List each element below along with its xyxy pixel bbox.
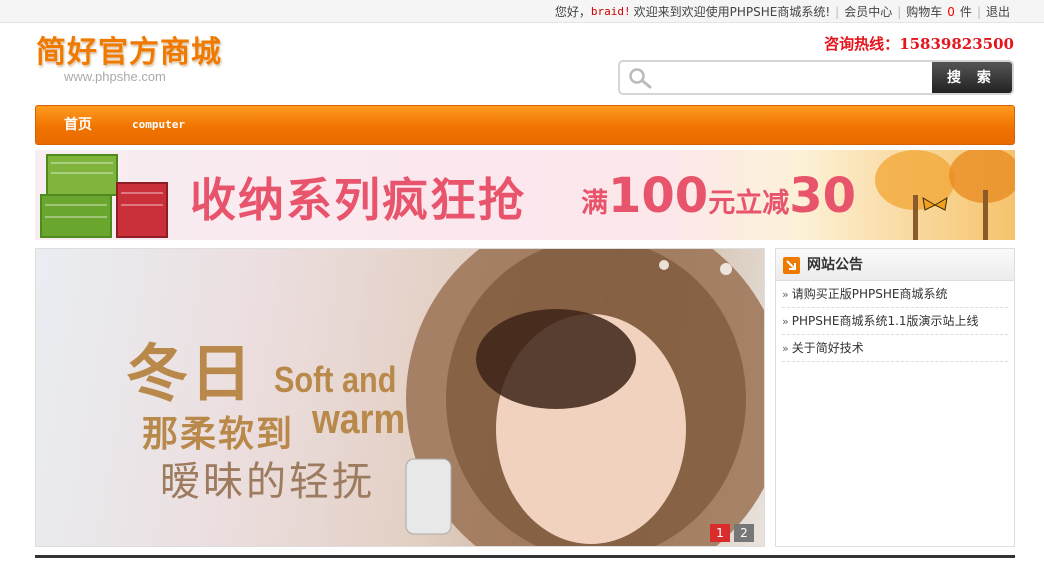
bullet-icon: » [782,342,789,355]
site-logo[interactable]: 简好官方商城 www.phpshe.com [36,36,256,92]
cart-link[interactable]: 购物车 [906,3,942,20]
hotline: 咨询热线：15839823500 [824,33,1014,54]
promo-discount: 30 [789,168,856,224]
hotline-number: 15839823500 [899,35,1014,53]
arrow-down-right-icon [783,257,800,274]
cart-count: 0 [947,4,955,19]
top-bar: 您好， braid! 欢迎来到欢迎使用PHPSHE商城系统! | 会员中心 | … [0,0,1044,23]
slide-page-1-button[interactable]: 1 [710,524,730,542]
slide-text-warm: warm [312,395,406,442]
bullet-icon: » [782,315,789,328]
nav-item-computer[interactable]: computer [132,106,185,144]
slide-text-caress: 暧昧的轻抚 [160,459,375,505]
nav-item-home[interactable]: 首页 [64,106,92,144]
top-bar-links: 您好， braid! 欢迎来到欢迎使用PHPSHE商城系统! | 会员中心 | … [555,3,1010,20]
announcement-link[interactable]: 关于简好技术 [792,341,864,355]
main-nav: 首页 computer [35,105,1015,145]
search-button[interactable]: 搜 索 [932,62,1012,93]
promo-amount: 100 [608,168,709,224]
slide-page-2-button[interactable]: 2 [734,524,754,542]
cart-unit: 件 [959,5,972,19]
announcement-item[interactable]: » 请购买正版PHPSHE商城系统 [782,281,1008,308]
announcement-link[interactable]: PHPSHE商城系统1.1版演示站上线 [792,314,979,328]
bullet-icon: » [782,288,789,301]
logo-url: www.phpshe.com [64,69,166,84]
announcement-list: » 请购买正版PHPSHE商城系统 » PHPSHE商城系统1.1版演示站上线 » 关… [776,281,1014,362]
slide-pager: 1 2 [710,524,754,542]
announcement-item[interactable]: » 关于简好技术 [782,335,1008,362]
announcement-panel: 网站公告 » 请购买正版PHPSHE商城系统 » PHPSHE商城系统1.1版演示站… [775,248,1015,547]
search-icon [629,68,652,89]
divider: | [835,4,840,19]
divider: | [897,4,902,19]
promo-middle: 元立减 [708,188,790,219]
promo-prefix: 满 [581,188,608,219]
banner-promo: 满 100 元立减 30 [581,168,856,224]
search-input[interactable] [660,65,930,91]
logout-link[interactable]: 退出 [986,3,1010,20]
welcome-text: 欢迎来到欢迎使用PHPSHE商城系统! [633,5,831,19]
slide-text-winter: 冬日 [126,337,255,410]
username: braid! [590,5,631,18]
announcement-link[interactable]: 请购买正版PHPSHE商城系统 [792,287,948,301]
storage-boxes-image [40,154,168,238]
banner-title: 收纳系列疯狂抢 [190,173,526,227]
hotline-label: 咨询热线： [824,35,900,53]
section-divider [35,555,1015,558]
member-center-link[interactable]: 会员中心 [844,3,892,20]
search-box: 搜 索 [618,60,1014,95]
divider: | [976,4,981,19]
hero-slideshow[interactable]: 冬日 Soft and 那柔软到 warm 暧昧的轻抚 1 2 [35,248,765,547]
greeting-text: 您好， [554,5,591,19]
autumn-trees-image [875,150,1015,240]
announcement-item[interactable]: » PHPSHE商城系统1.1版演示站上线 [782,308,1008,335]
promo-banner[interactable]: 收纳系列疯狂抢 满 100 元立减 30 [35,150,1015,240]
logo-text: 简好官方商城 [36,35,222,70]
announcement-title: 网站公告 [807,257,863,273]
announcement-header: 网站公告 [776,249,1014,281]
